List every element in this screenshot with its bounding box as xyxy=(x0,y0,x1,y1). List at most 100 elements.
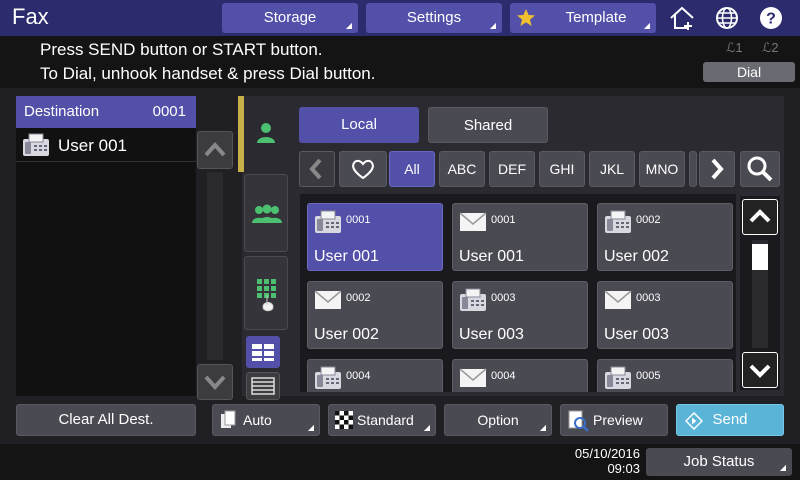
triangle-icon: ◢ xyxy=(489,21,496,30)
address-card[interactable]: 0001 User 001 xyxy=(452,203,588,271)
resolution-auto-button[interactable]: Auto ◢ xyxy=(212,404,320,436)
clear-all-destinations-button[interactable]: Clear All Dest. xyxy=(16,404,196,436)
triangle-icon: ◢ xyxy=(307,423,314,432)
send-button[interactable]: Send xyxy=(676,404,784,436)
address-card[interactable]: 0003 User 003 xyxy=(452,281,588,349)
template-button-label: Template xyxy=(565,9,627,26)
resolution-standard-button[interactable]: Standard ◢ xyxy=(328,404,436,436)
tab-local[interactable]: Local xyxy=(299,107,419,143)
list-view-button[interactable] xyxy=(246,372,280,400)
storage-button-label: Storage xyxy=(263,9,317,26)
card-number: 0004 xyxy=(491,370,516,382)
chevron-right-icon xyxy=(711,158,724,180)
address-grid: 0001 User 001 0001 User 001 0002 User 00… xyxy=(300,194,736,392)
card-name: User 002 xyxy=(314,326,379,343)
status-time: 09:03 xyxy=(607,461,640,476)
index-all[interactable]: All xyxy=(389,151,435,187)
fax-icon xyxy=(605,210,631,233)
triangle-icon: ◢ xyxy=(345,21,352,30)
fax-icon xyxy=(315,366,341,389)
home-add-icon[interactable] xyxy=(668,4,698,32)
send-label: Send xyxy=(712,411,748,428)
mail-icon xyxy=(459,368,487,387)
grid-scroll-up-button[interactable] xyxy=(742,199,778,235)
address-card[interactable]: 0004 xyxy=(452,359,588,392)
preview-button[interactable]: Preview xyxy=(560,404,668,436)
index-jkl[interactable]: JKL xyxy=(589,151,635,187)
card-number: 0001 xyxy=(346,214,371,226)
job-status-button[interactable]: Job Status ◢ xyxy=(646,448,792,476)
help-icon[interactable]: ? xyxy=(756,4,786,32)
template-button[interactable]: Template ◢ xyxy=(510,3,656,33)
destination-scroll-up-button[interactable] xyxy=(197,131,233,169)
chevron-up-icon xyxy=(749,209,771,223)
dial-button[interactable]: Dial xyxy=(703,62,795,82)
triangle-icon: ◢ xyxy=(423,423,430,432)
card-number: 0002 xyxy=(346,292,371,304)
settings-button-label: Settings xyxy=(406,9,462,26)
tab-group[interactable] xyxy=(244,174,288,252)
destination-count: 0001 xyxy=(152,103,186,120)
grid-view-button[interactable] xyxy=(246,336,280,368)
message-line-1: Press SEND button or START button. xyxy=(40,40,323,59)
favorites-button[interactable] xyxy=(339,151,387,187)
address-card[interactable]: 0003 User 003 xyxy=(597,281,733,349)
triangle-icon: ◢ xyxy=(539,423,546,432)
tab-keypad[interactable] xyxy=(244,256,288,330)
destination-item-name: User 001 xyxy=(58,136,127,155)
destination-label: Destination xyxy=(24,103,100,120)
card-name: User 001 xyxy=(459,248,524,265)
auto-label: Auto xyxy=(243,412,272,428)
option-button[interactable]: Option ◢ xyxy=(444,404,552,436)
star-icon xyxy=(517,9,535,26)
card-number: 0003 xyxy=(636,292,661,304)
address-card[interactable]: 0005 xyxy=(597,359,733,392)
card-number: 0001 xyxy=(491,214,516,226)
grid-scroll-down-button[interactable] xyxy=(742,352,778,388)
message-line-2: To Dial, unhook handset & press Dial but… xyxy=(40,64,376,83)
job-status-label: Job Status xyxy=(683,453,755,470)
tab-single-user[interactable] xyxy=(244,96,288,172)
index-next-partial xyxy=(689,151,697,187)
index-abc[interactable]: ABC xyxy=(439,151,485,187)
storage-button[interactable]: Storage ◢ xyxy=(222,3,358,33)
globe-icon[interactable] xyxy=(712,4,742,32)
keypad-icon xyxy=(257,279,276,312)
document-icon xyxy=(221,410,236,428)
fax-icon xyxy=(460,288,486,311)
mail-icon xyxy=(459,212,487,231)
index-ghi[interactable]: GHI xyxy=(539,151,585,187)
address-card[interactable]: 0004 xyxy=(307,359,443,392)
user-icon xyxy=(257,123,275,143)
card-number: 0003 xyxy=(491,292,516,304)
index-def[interactable]: DEF xyxy=(489,151,535,187)
fax-icon xyxy=(605,366,631,389)
index-mno[interactable]: MNO xyxy=(639,151,685,187)
address-card[interactable]: 0001 User 001 xyxy=(307,203,443,271)
settings-button[interactable]: Settings ◢ xyxy=(366,3,502,33)
triangle-icon: ◢ xyxy=(643,21,650,30)
destination-scrollbar[interactable] xyxy=(207,172,223,360)
chevron-down-icon xyxy=(204,375,226,390)
line2-indicator: ℒ2 xyxy=(762,40,779,55)
destination-scroll-down-button[interactable] xyxy=(197,364,233,400)
search-button[interactable] xyxy=(740,151,780,187)
tab-shared[interactable]: Shared xyxy=(428,107,548,143)
destination-item[interactable]: User 001 xyxy=(16,130,196,162)
card-number: 0002 xyxy=(636,214,661,226)
svg-text:?: ? xyxy=(766,11,776,28)
checker-icon xyxy=(335,411,353,429)
chevron-up-icon xyxy=(204,142,226,157)
address-card[interactable]: 0002 User 002 xyxy=(597,203,733,271)
list-view-icon xyxy=(251,377,275,395)
address-card[interactable]: 0002 User 002 xyxy=(307,281,443,349)
index-prev-button[interactable] xyxy=(299,151,335,187)
grid-view-icon xyxy=(252,344,274,361)
mail-icon xyxy=(314,290,342,309)
card-name: User 003 xyxy=(604,326,669,343)
preview-icon xyxy=(568,410,589,432)
index-next-button[interactable] xyxy=(699,151,735,187)
grid-scrollbar-thumb[interactable] xyxy=(752,244,768,270)
app-title: Fax xyxy=(12,4,49,29)
group-icon xyxy=(252,204,282,223)
